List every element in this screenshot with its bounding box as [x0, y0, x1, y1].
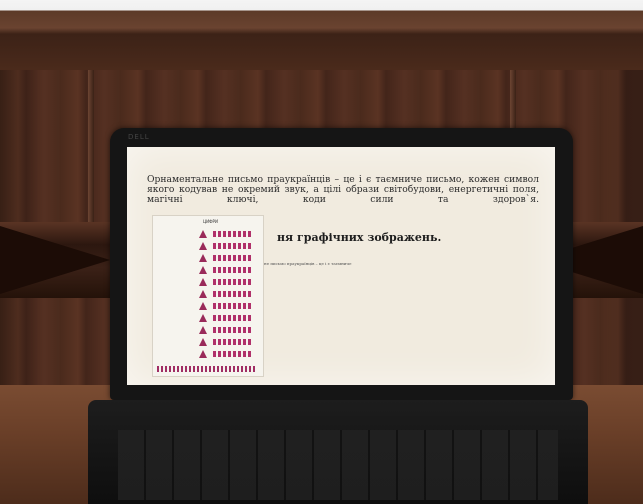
ornament-paragraph: Орнаментальне письмо праукраїнців – це і… [147, 175, 539, 205]
symbol-row [159, 326, 255, 336]
laptop-keyboard [118, 430, 558, 500]
symbol-row [159, 314, 255, 324]
ornament-pattern [213, 303, 251, 309]
ornament-pattern [213, 243, 251, 249]
ornament-pattern [213, 315, 251, 321]
symbol-row [159, 242, 255, 252]
triangle-symbol-icon [199, 314, 207, 322]
paragraph-line: магічні ключі, коди сили та здоров`я. [147, 194, 539, 205]
symbol-row [159, 302, 255, 312]
ornament-symbols-figure: ЦИФРИ [152, 215, 264, 377]
ornament-pattern [213, 279, 251, 285]
triangle-symbol-icon [199, 338, 207, 346]
triangle-symbol-icon [199, 302, 207, 310]
ornament-pattern [213, 255, 251, 261]
triangle-symbol-icon [199, 278, 207, 286]
symbol-row [159, 266, 255, 276]
triangle-symbol-icon [199, 326, 207, 334]
symbol-row [159, 254, 255, 264]
ornament-pattern [213, 339, 251, 345]
triangle-symbol-icon [199, 242, 207, 250]
triangle-symbol-icon [199, 350, 207, 358]
ornament-pattern [213, 291, 251, 297]
laptop-brand-logo: DELL [128, 133, 150, 141]
symbol-row [159, 338, 255, 348]
section-caption: енне письмо праукраїнців – це і є таємни… [259, 261, 352, 266]
section-heading: ня графічних зображень. [277, 231, 442, 244]
symbol-row [159, 230, 255, 240]
triangle-symbol-icon [199, 254, 207, 262]
ornament-pattern [213, 351, 251, 357]
triangle-symbol-icon [199, 266, 207, 274]
rail-ornament-left [0, 226, 110, 294]
laptop-screen: Орнаментальне письмо праукраїнців – це і… [127, 147, 555, 385]
ornament-pattern [213, 267, 251, 273]
ornament-border [157, 366, 257, 372]
triangle-symbol-icon [199, 230, 207, 238]
symbol-row [159, 350, 255, 360]
symbol-row [159, 290, 255, 300]
triangle-symbol-icon [199, 290, 207, 298]
ornament-pattern [213, 327, 251, 333]
figure-title: ЦИФРИ [203, 219, 218, 224]
wall-top-frame [0, 0, 643, 70]
symbol-row [159, 278, 255, 288]
ornament-pattern [213, 231, 251, 237]
